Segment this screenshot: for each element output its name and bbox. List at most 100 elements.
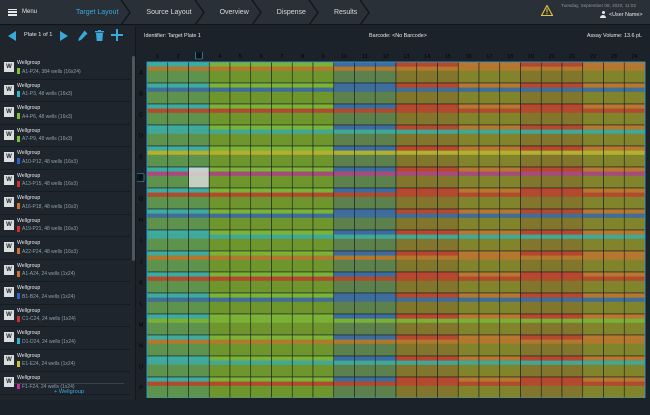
plate-well[interactable]: [561, 187, 584, 210]
plate-well[interactable]: [457, 334, 480, 357]
plate-well[interactable]: [312, 334, 335, 357]
plate-well[interactable]: [374, 313, 397, 336]
plate-well[interactable]: [603, 208, 625, 231]
plate-well[interactable]: [395, 292, 418, 315]
plate-well[interactable]: [333, 292, 355, 315]
plate-well[interactable]: [623, 208, 646, 231]
plate-well[interactable]: [416, 103, 438, 126]
plate-well[interactable]: [374, 376, 397, 398]
plate-well[interactable]: [561, 292, 584, 315]
plate-well[interactable]: [623, 271, 646, 294]
plate-well[interactable]: [561, 103, 584, 126]
plate-well[interactable]: [167, 271, 189, 294]
plate-well[interactable]: [271, 103, 293, 126]
plate-well[interactable]: [333, 145, 355, 168]
plate-well[interactable]: [167, 82, 189, 105]
plate-well[interactable]: [520, 103, 542, 126]
plate-well[interactable]: [623, 82, 646, 105]
plate-well[interactable]: [478, 334, 501, 357]
column-header[interactable]: 2: [177, 54, 180, 60]
plate-well[interactable]: [499, 145, 521, 168]
plate-well[interactable]: [333, 355, 355, 378]
menu-button[interactable]: Menu: [2, 2, 58, 22]
plate-well[interactable]: [478, 376, 501, 398]
plate-well[interactable]: [167, 376, 189, 398]
plate-well[interactable]: [520, 376, 542, 398]
wellgroup-item[interactable]: W Wellgroup A22-P24, 48 wells (16x3): [0, 237, 130, 260]
column-header[interactable]: 1: [156, 54, 159, 60]
plate-well[interactable]: [395, 61, 418, 84]
wellgroup-item[interactable]: W Wellgroup E1-E24, 24 wells (1x24): [0, 350, 130, 372]
step-tab-overview[interactable]: Overview: [204, 0, 262, 25]
plate-well[interactable]: [250, 229, 272, 252]
plate-well[interactable]: [208, 229, 231, 252]
plate-well[interactable]: [437, 376, 459, 398]
column-header[interactable]: 20: [549, 54, 555, 60]
plate-well[interactable]: [333, 103, 355, 126]
plate-well[interactable]: [582, 355, 604, 378]
plate-well[interactable]: [540, 124, 563, 147]
plate-well[interactable]: [208, 355, 231, 378]
plate-well[interactable]: [250, 82, 272, 105]
plate-well[interactable]: [374, 166, 397, 189]
plate-well[interactable]: [395, 82, 418, 105]
plate-well[interactable]: [457, 313, 480, 336]
plate-well[interactable]: [229, 376, 252, 398]
plate-well[interactable]: [437, 313, 459, 336]
plate-well[interactable]: [291, 166, 314, 189]
plate-well[interactable]: [437, 208, 459, 231]
plate-well[interactable]: [354, 82, 376, 105]
wellgroup-item[interactable]: W Wellgroup A7-P9, 48 wells (16x3): [0, 125, 130, 147]
plate-well[interactable]: [478, 82, 501, 105]
plate-well[interactable]: [354, 376, 376, 398]
plate-well[interactable]: [271, 187, 293, 210]
plate-well[interactable]: [520, 166, 542, 189]
plate-well[interactable]: [229, 208, 252, 231]
column-header[interactable]: 19: [528, 54, 534, 60]
plate-well[interactable]: [437, 229, 459, 252]
plate-well[interactable]: [250, 124, 272, 147]
column-header[interactable]: 13: [403, 54, 409, 60]
column-header[interactable]: 15: [445, 54, 451, 60]
row-header[interactable]: O: [139, 365, 143, 371]
plate-well[interactable]: [582, 313, 604, 336]
plate-well[interactable]: [395, 124, 418, 147]
plate-well[interactable]: [582, 271, 604, 294]
plate-well[interactable]: [540, 355, 563, 378]
plate-well[interactable]: [623, 187, 646, 210]
plate-well[interactable]: [354, 229, 376, 252]
plate-well[interactable]: [457, 82, 480, 105]
plate-well[interactable]: [603, 334, 625, 357]
plate-well[interactable]: [561, 124, 584, 147]
plate-well[interactable]: [188, 355, 210, 378]
column-header[interactable]: 6: [260, 54, 263, 60]
plate-well[interactable]: [499, 376, 521, 398]
plate-well[interactable]: [312, 229, 335, 252]
plate-well[interactable]: [167, 166, 189, 189]
wellgroup-item[interactable]: W Wellgroup A1-A24, 24 wells (1x24): [0, 260, 130, 282]
warning-triangle-icon[interactable]: [541, 5, 553, 16]
plate-well[interactable]: [582, 292, 604, 315]
add-plate-icon[interactable]: [110, 28, 124, 42]
plate-well[interactable]: [416, 271, 438, 294]
row-header[interactable]: G: [139, 197, 143, 203]
plate-well[interactable]: [250, 271, 272, 294]
plate-well[interactable]: [229, 355, 252, 378]
column-header[interactable]: 7: [280, 54, 283, 60]
plate-well[interactable]: [250, 355, 272, 378]
column-header[interactable]: 21: [569, 54, 575, 60]
plate-well[interactable]: [312, 103, 335, 126]
plate-well[interactable]: [312, 250, 335, 273]
plate-well[interactable]: [354, 124, 376, 147]
plate-well[interactable]: [623, 103, 646, 126]
plate-well[interactable]: [520, 334, 542, 357]
plate-well[interactable]: [271, 271, 293, 294]
plate-well[interactable]: [603, 292, 625, 315]
plate-well[interactable]: [623, 313, 646, 336]
plate-well[interactable]: [540, 103, 563, 126]
plate-well[interactable]: [540, 271, 563, 294]
plate-well[interactable]: [188, 229, 210, 252]
plate-well[interactable]: [167, 187, 189, 210]
plate-well[interactable]: [229, 313, 252, 336]
row-header[interactable]: H: [139, 218, 143, 224]
